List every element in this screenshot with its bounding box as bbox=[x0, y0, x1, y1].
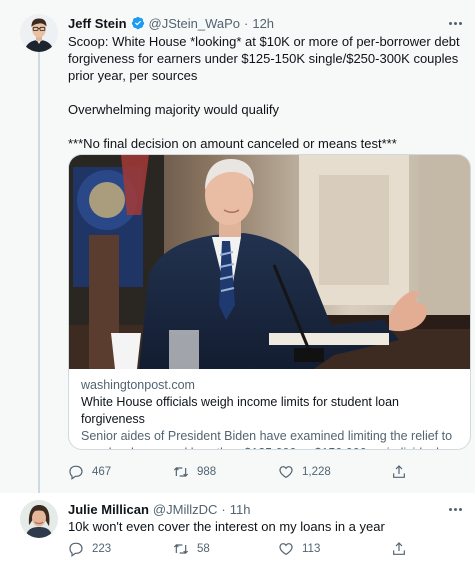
share-icon bbox=[393, 465, 405, 478]
retweet-icon bbox=[173, 467, 189, 477]
share-button[interactable] bbox=[391, 540, 415, 558]
share-icon bbox=[393, 542, 405, 555]
link-preview-meta: washingtonpost.com White House officials… bbox=[81, 377, 466, 449]
more-icon[interactable] bbox=[445, 16, 465, 30]
share-button[interactable] bbox=[391, 463, 415, 481]
tweet-text: Scoop: White House *looking* at $10K or … bbox=[68, 34, 460, 151]
more-icon[interactable] bbox=[445, 502, 465, 516]
avatar[interactable] bbox=[20, 14, 58, 52]
tweet-timestamp[interactable]: 11h bbox=[230, 502, 251, 517]
like-count: 1,228 bbox=[302, 466, 331, 478]
avatar-photo bbox=[20, 14, 58, 52]
link-preview-card[interactable]: washingtonpost.com White House officials… bbox=[68, 154, 471, 450]
reply-button[interactable]: 223 bbox=[68, 540, 111, 558]
reply-icon bbox=[69, 542, 83, 557]
like-count: 113 bbox=[302, 543, 321, 555]
retweet-count: 988 bbox=[197, 466, 217, 478]
avatar[interactable] bbox=[20, 500, 58, 538]
separator-dot: · bbox=[221, 501, 226, 517]
heart-icon bbox=[279, 543, 293, 556]
retweet-icon bbox=[173, 544, 189, 554]
like-button[interactable]: 113 bbox=[278, 540, 320, 558]
reply-count: 223 bbox=[92, 543, 112, 555]
link-preview-image bbox=[69, 155, 470, 369]
avatar-photo bbox=[20, 500, 58, 538]
verified-badge-icon bbox=[131, 16, 145, 30]
link-title: White House officials weigh income limit… bbox=[81, 395, 399, 426]
retweet-button[interactable]: 58 bbox=[173, 540, 210, 558]
like-button[interactable]: 1,228 bbox=[278, 463, 331, 481]
reply-button[interactable]: 467 bbox=[68, 463, 111, 481]
tweet-jeff-stein[interactable]: Jeff Stein @JStein_WaPo · 12h Scoop: Whi… bbox=[0, 0, 475, 493]
reply-icon bbox=[69, 465, 83, 480]
author-name[interactable]: Jeff Stein bbox=[68, 16, 127, 31]
heart-icon bbox=[279, 466, 293, 479]
tweet-timestamp[interactable]: 12h bbox=[252, 16, 274, 31]
timeline: Jeff Stein @JStein_WaPo · 12h Scoop: Whi… bbox=[0, 0, 475, 568]
tweet-header: Jeff Stein @JStein_WaPo · 12h bbox=[68, 14, 274, 32]
author-handle[interactable]: @JStein_WaPo bbox=[149, 16, 240, 31]
author-name[interactable]: Julie Millican bbox=[68, 502, 149, 517]
tweet-header: Julie Millican @JMillzDC · 11h bbox=[68, 500, 250, 518]
reply-count: 467 bbox=[92, 466, 112, 478]
retweet-count: 58 bbox=[197, 543, 210, 555]
tweet-actions: 467 988 1,228 bbox=[68, 463, 428, 481]
thread-connector-line bbox=[38, 52, 40, 493]
tweet-actions: 223 58 113 bbox=[68, 540, 428, 558]
retweet-button[interactable]: 988 bbox=[173, 463, 216, 481]
tweet-text: 10k won't even cover the interest on my … bbox=[68, 519, 385, 534]
link-domain: washingtonpost.com bbox=[81, 378, 195, 392]
separator-dot: · bbox=[244, 15, 249, 31]
author-handle[interactable]: @JMillzDC bbox=[153, 502, 217, 517]
link-description: Senior aides of President Biden have exa… bbox=[81, 429, 453, 449]
